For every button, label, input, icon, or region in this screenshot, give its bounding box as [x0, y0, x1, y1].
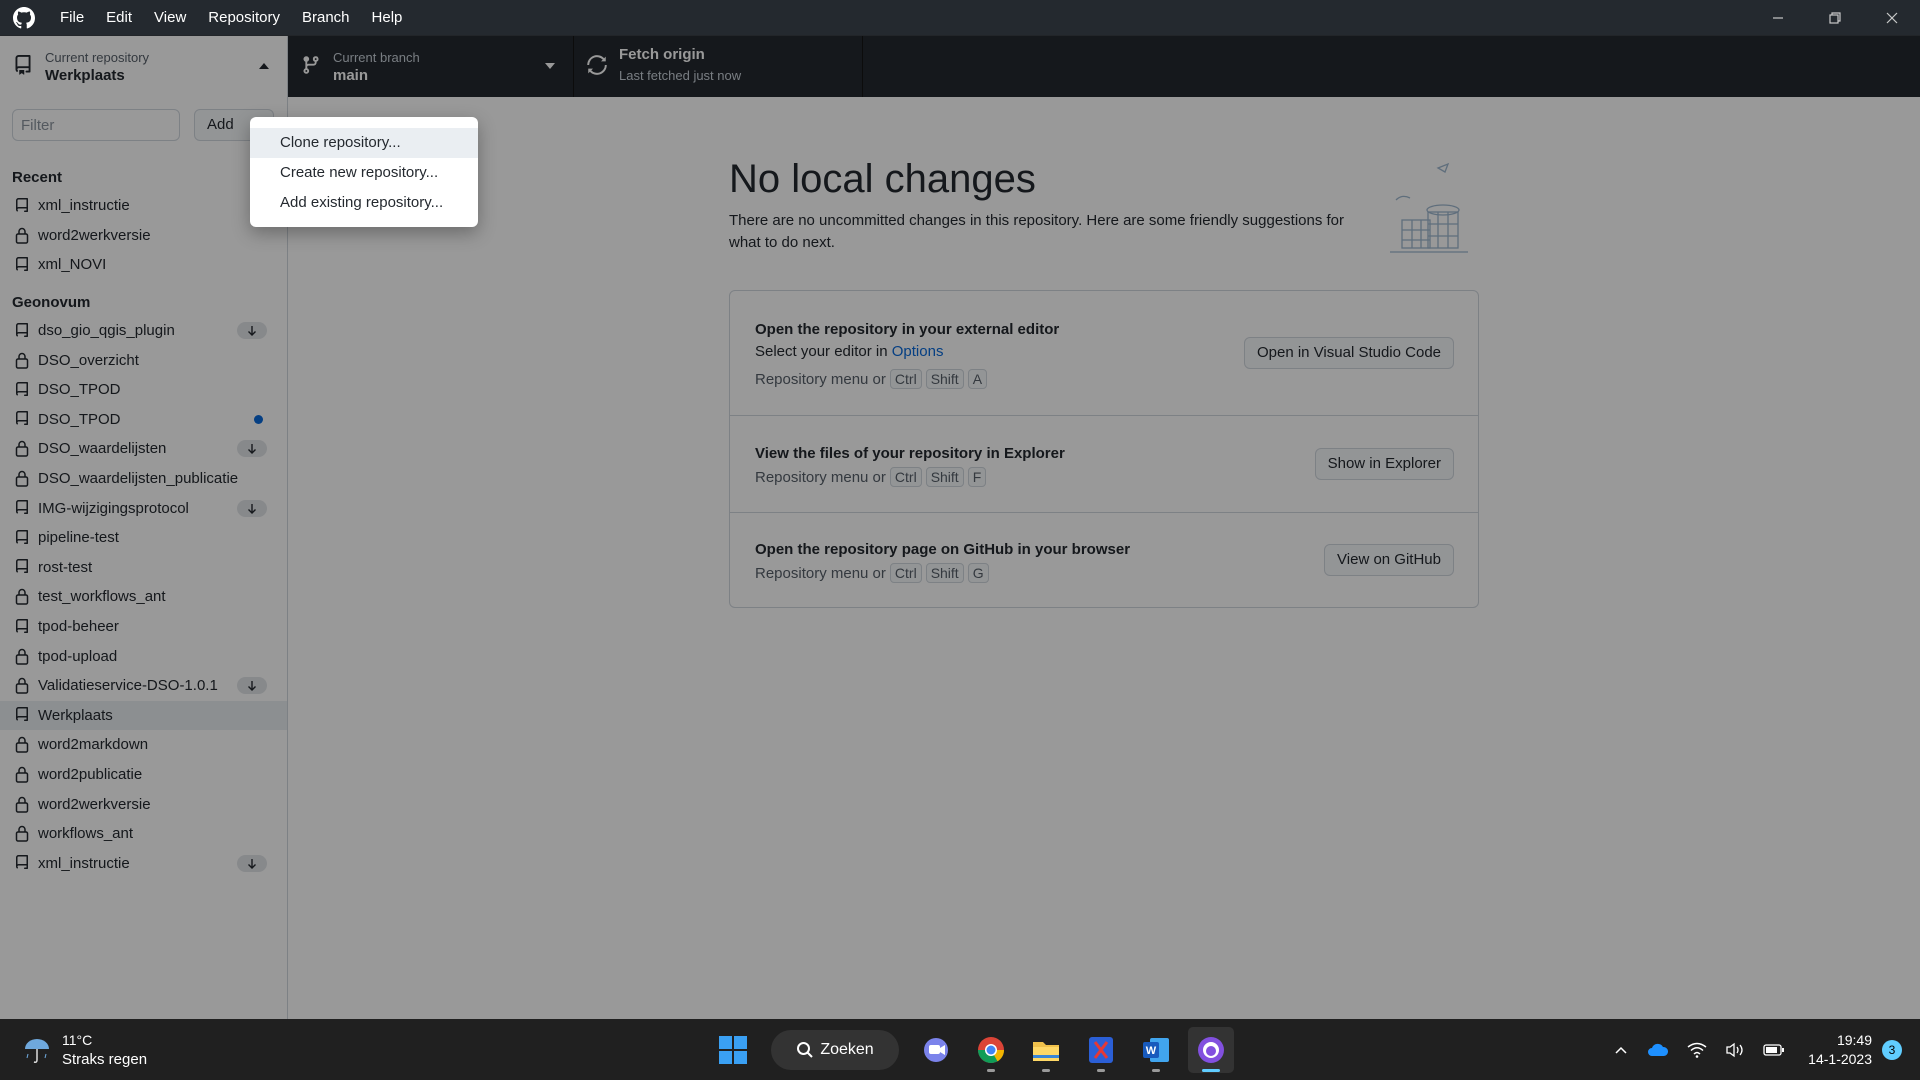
battery-icon: [1763, 1043, 1785, 1056]
word-app[interactable]: W: [1133, 1027, 1179, 1073]
file-explorer-app[interactable]: [1023, 1027, 1069, 1073]
xml-editor-icon: [1089, 1036, 1113, 1063]
github-logo-icon: [13, 6, 35, 28]
wifi-button[interactable]: [1687, 1042, 1707, 1058]
menu-clone-repository[interactable]: Clone repository...: [250, 128, 478, 158]
minimize-button[interactable]: [1749, 0, 1806, 35]
umbrella-rain-icon: [25, 1039, 49, 1063]
chevron-up-icon: [1615, 1046, 1627, 1054]
menu-repository[interactable]: Repository: [197, 0, 291, 35]
clock-date: 14-1-2023: [1808, 1050, 1872, 1067]
title-bar: File Edit View Repository Branch Help: [0, 0, 1920, 35]
chat-icon: [924, 1037, 948, 1062]
start-button[interactable]: [710, 1027, 756, 1073]
menu-branch[interactable]: Branch: [291, 0, 361, 35]
folder-icon: [1033, 1041, 1059, 1061]
onedrive-button[interactable]: [1647, 1042, 1669, 1058]
menu-help[interactable]: Help: [361, 0, 414, 35]
word-icon: W: [1143, 1037, 1169, 1062]
xml-editor-app[interactable]: [1078, 1027, 1124, 1073]
menu-edit[interactable]: Edit: [95, 0, 143, 35]
clock[interactable]: 19:49 14-1-2023: [1808, 1031, 1872, 1069]
minimize-icon: [1772, 16, 1783, 19]
windows-logo-icon: [719, 1035, 747, 1064]
restore-icon: [1828, 11, 1841, 24]
show-hidden-icons-button[interactable]: [1613, 1042, 1629, 1058]
svg-text:W: W: [1146, 1045, 1157, 1057]
clock-time: 19:49: [1836, 1031, 1872, 1048]
restore-button[interactable]: [1806, 0, 1863, 35]
weather-text: 11°C Straks regen: [62, 1031, 147, 1069]
wifi-icon: [1687, 1042, 1707, 1058]
running-indicator: [1097, 1068, 1105, 1072]
running-indicator: [1152, 1068, 1160, 1072]
teams-chat-app[interactable]: [913, 1027, 959, 1073]
add-repository-menu: Clone repository... Create new repositor…: [250, 117, 478, 227]
chrome-icon: [977, 1036, 1005, 1063]
weather-description: Straks regen: [62, 1051, 148, 1068]
menu-file[interactable]: File: [49, 0, 95, 35]
taskbar-search[interactable]: Zoeken: [771, 1029, 899, 1070]
window-controls: [1749, 0, 1920, 35]
weather-temperature: 11°C: [62, 1032, 93, 1048]
running-indicator: [987, 1068, 995, 1072]
github-desktop-app[interactable]: [1188, 1026, 1234, 1073]
search-label: Zoeken: [820, 1040, 874, 1058]
close-icon: [1886, 12, 1897, 23]
taskbar-apps: Zoeken W: [710, 1026, 1243, 1073]
system-tray: 19:49 14-1-2023 3: [1604, 1019, 1920, 1080]
close-button[interactable]: [1863, 0, 1920, 35]
search-icon: [797, 1041, 814, 1058]
menu-create-new-repository[interactable]: Create new repository...: [250, 158, 478, 188]
windows-taskbar: 11°C Straks regen Zoeken W 19:49 14-1-20…: [0, 1019, 1920, 1080]
weather-widget[interactable]: 11°C Straks regen: [22, 1031, 147, 1069]
menu-view[interactable]: View: [143, 0, 197, 35]
chrome-app[interactable]: [968, 1027, 1014, 1073]
volume-button[interactable]: [1725, 1042, 1745, 1058]
battery-button[interactable]: [1763, 1043, 1785, 1057]
notification-badge[interactable]: 3: [1882, 1039, 1902, 1060]
running-indicator: [1042, 1068, 1050, 1072]
cloud-icon: [1648, 1043, 1669, 1056]
menu-add-existing-repository[interactable]: Add existing repository...: [250, 188, 478, 218]
running-indicator: [1202, 1068, 1220, 1072]
speaker-icon: [1726, 1042, 1743, 1057]
github-desktop-icon: [1198, 1036, 1224, 1063]
